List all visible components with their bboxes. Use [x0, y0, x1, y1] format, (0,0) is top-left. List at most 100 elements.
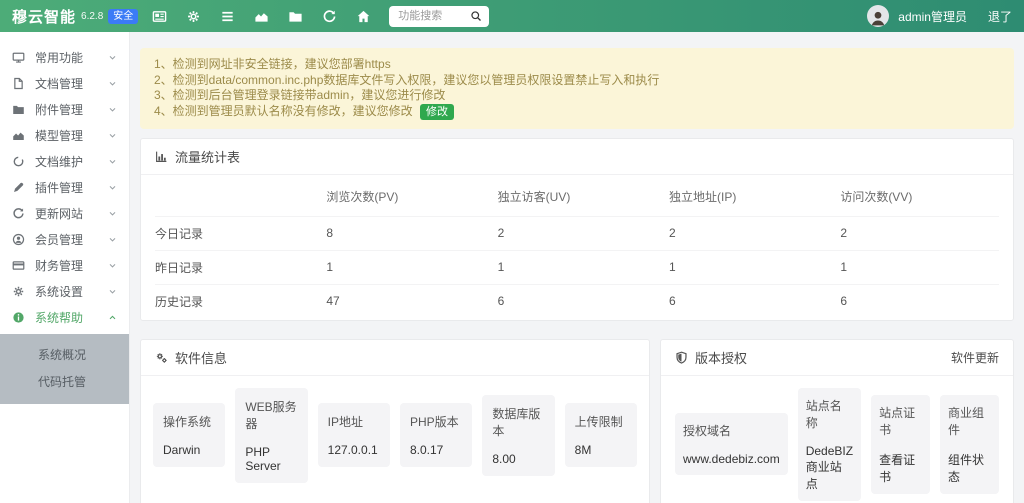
info-box-php: PHP版本 8.0.17 [400, 403, 472, 467]
security-alert: 1、检测到网址非安全链接，建议您部署https 2、检测到data/common… [140, 48, 1014, 129]
menu-icon[interactable] [220, 9, 235, 24]
sidebar-item-label: 附件管理 [35, 101, 83, 118]
info-box-ip: IP地址 127.0.0.1 [318, 403, 390, 467]
bar-chart-icon [155, 150, 168, 163]
folder-icon[interactable] [288, 9, 303, 24]
chevron-down-icon [108, 287, 117, 296]
row-label: 今日记录 [155, 216, 326, 250]
cell: 47 [326, 284, 497, 318]
refresh-icon[interactable] [322, 9, 337, 24]
sidebar-item-members[interactable]: 会员管理 [0, 226, 129, 252]
chevron-down-icon [108, 131, 117, 140]
refresh-icon [12, 207, 25, 220]
gear-icon [12, 285, 25, 298]
cell: 2 [669, 216, 840, 250]
sidebar-item-label: 常用功能 [35, 49, 83, 66]
sidebar-item-label: 系统帮助 [35, 309, 83, 326]
info-label: 站点证书 [879, 404, 922, 438]
info-value: Darwin [163, 443, 215, 457]
sidebar-item-label: 系统设置 [35, 283, 83, 300]
col-empty [155, 175, 326, 217]
logout-button[interactable]: 退了 [988, 8, 1012, 25]
panel-title: 软件信息 [175, 348, 227, 367]
avatar[interactable] [867, 5, 889, 27]
table-row: 历史记录 47 6 6 6 [155, 284, 999, 318]
cell: 6 [498, 284, 669, 318]
home-icon[interactable] [356, 9, 371, 24]
sidebar-item-label: 财务管理 [35, 257, 83, 274]
panel-header: 版本授权 软件更新 [661, 340, 1013, 376]
cell: 6 [840, 284, 999, 318]
person-icon [869, 9, 887, 27]
chart-icon[interactable] [254, 9, 269, 24]
chevron-up-icon [108, 313, 117, 322]
chevron-down-icon [108, 79, 117, 88]
chevron-down-icon [108, 261, 117, 270]
sidebar-item-label: 更新网站 [35, 205, 83, 222]
fix-button[interactable]: 修改 [420, 104, 454, 120]
info-value: DedeBIZ商业站点 [806, 444, 853, 492]
circle-icon [12, 155, 25, 168]
sidebar-item-models[interactable]: 模型管理 [0, 122, 129, 148]
info-label: PHP版本 [410, 413, 462, 430]
main-content: 1、检测到网址非安全链接，建议您部署https 2、检测到data/common… [130, 32, 1024, 503]
row-label: 历史记录 [155, 284, 326, 318]
info-box-domain: 授权域名 www.dedebiz.com [675, 413, 788, 475]
chevron-down-icon [108, 235, 117, 244]
software-info-panel: 软件信息 操作系统 Darwin WEB服务器 PHP Server IP地址 … [140, 339, 650, 503]
topbar: 穆云智能 6.2.8 安全 admin管理员 退了 [0, 0, 1024, 32]
sidebar-item-label: 模型管理 [35, 127, 83, 144]
info-box-site-name: 站点名称 DedeBIZ商业站点 [798, 388, 861, 501]
info-box-upload: 上传限制 8M [565, 403, 637, 467]
username[interactable]: admin管理员 [898, 8, 967, 25]
alert-line: 4、检测到管理员默认名称没有修改，建议您修改 修改 [154, 104, 1000, 120]
cell: 1 [498, 250, 669, 284]
info-value: 8M [575, 443, 627, 457]
sidebar-item-update-site[interactable]: 更新网站 [0, 200, 129, 226]
panel-title: 版本授权 [695, 348, 747, 367]
sidebar-item-plugins[interactable]: 插件管理 [0, 174, 129, 200]
alert-line-text: 4、检测到管理员默认名称没有修改，建议您修改 [154, 104, 413, 118]
submenu-item-code-hosting[interactable]: 代码托管 [0, 369, 129, 396]
chevron-down-icon [108, 209, 117, 218]
info-box-webserver: WEB服务器 PHP Server [235, 388, 307, 483]
traffic-table: 浏览次数(PV) 独立访客(UV) 独立地址(IP) 访问次数(VV) 今日记录… [155, 175, 999, 318]
sidebar-item-finance[interactable]: 财务管理 [0, 252, 129, 278]
software-update-link[interactable]: 软件更新 [951, 349, 999, 366]
sidebar-item-common[interactable]: 常用功能 [0, 44, 129, 70]
alert-line: 3、检测到后台管理登录链接带admin，建议您进行修改 [154, 88, 1000, 104]
cell: 1 [669, 250, 840, 284]
cell: 1 [326, 250, 497, 284]
component-status-link[interactable]: 组件状态 [948, 451, 991, 485]
alert-line: 2、检测到data/common.inc.php数据库文件写入权限，建议您以管理… [154, 73, 1000, 89]
folder-icon [12, 103, 25, 116]
alert-line: 1、检测到网址非安全链接，建议您部署https [154, 57, 1000, 73]
info-box-os: 操作系统 Darwin [153, 403, 225, 467]
panel-header: 软件信息 [141, 340, 649, 376]
license-grid: 授权域名 www.dedebiz.com 站点名称 DedeBIZ商业站点 站点… [661, 376, 1013, 503]
sidebar-item-label: 文档维护 [35, 153, 83, 170]
content-icon[interactable] [152, 9, 167, 24]
cell: 1 [840, 250, 999, 284]
chevron-down-icon [108, 53, 117, 62]
brand: 穆云智能 6.2.8 安全 [12, 6, 138, 27]
monitor-icon [12, 51, 25, 64]
table-row: 今日记录 8 2 2 2 [155, 216, 999, 250]
chevron-down-icon [108, 105, 117, 114]
info-label: 数据库版本 [492, 405, 544, 439]
view-certificate-link[interactable]: 查看证书 [879, 451, 922, 485]
info-label: 商业组件 [948, 404, 991, 438]
sidebar-item-maintenance[interactable]: 文档维护 [0, 148, 129, 174]
sidebar-item-help[interactable]: 系统帮助 [0, 304, 129, 330]
submenu-item-system-overview[interactable]: 系统概况 [0, 342, 129, 369]
sidebar-item-settings[interactable]: 系统设置 [0, 278, 129, 304]
brand-version: 6.2.8 [81, 11, 103, 22]
shield-icon [675, 351, 688, 364]
gear-icon[interactable] [186, 9, 201, 24]
sidebar-item-attachments[interactable]: 附件管理 [0, 96, 129, 122]
search-icon[interactable] [470, 10, 482, 22]
sidebar-item-documents[interactable]: 文档管理 [0, 70, 129, 96]
search-box [389, 6, 489, 27]
user-icon [12, 233, 25, 246]
info-value: 8.00 [492, 452, 544, 466]
